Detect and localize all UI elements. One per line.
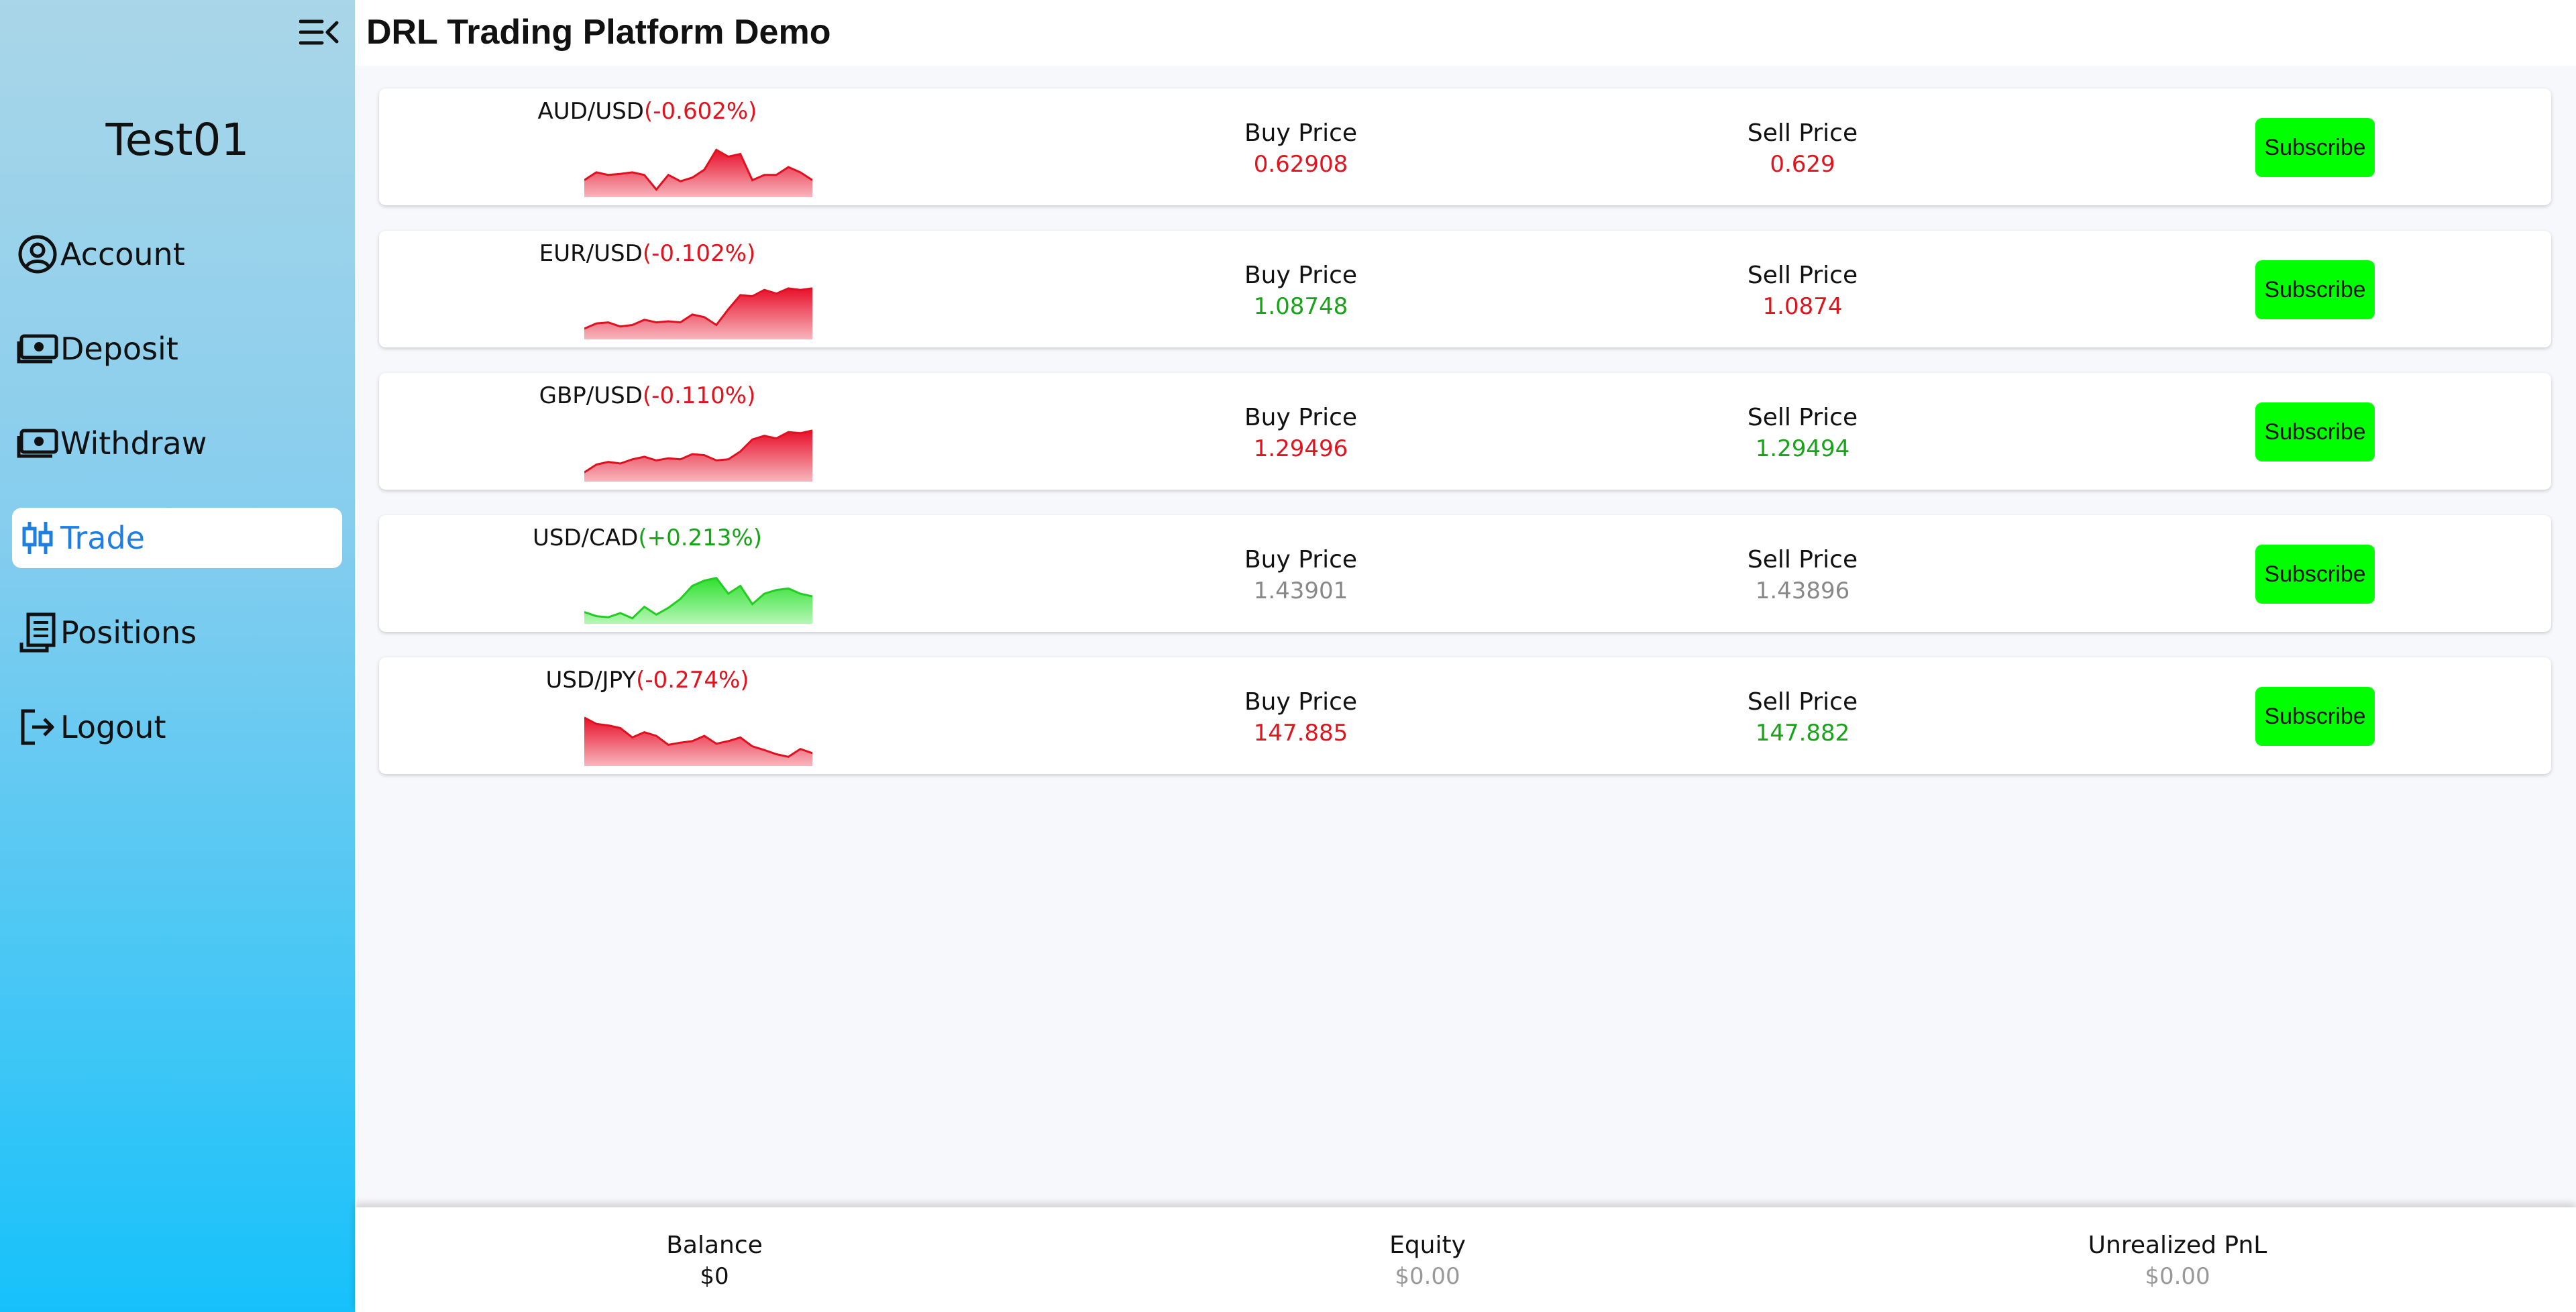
sidebar-item-positions[interactable]: Positions <box>12 602 342 663</box>
pair-name: AUD/USD <box>537 98 644 125</box>
sidebar-item-label: Account <box>60 236 185 272</box>
buy-price-value: 1.29496 <box>1253 435 1348 462</box>
currency-pair: EUR/USD(-0.102%) <box>379 240 916 267</box>
price-sparkline <box>584 577 812 624</box>
unrealized-pnl-label: Unrealized PnL <box>2088 1232 2267 1259</box>
sell-price-value: 0.629 <box>1770 151 1835 178</box>
sidebar-item-account[interactable]: Account <box>12 224 342 284</box>
subscribe-button[interactable]: Subscribe <box>2255 545 2375 604</box>
sell-price-label: Sell Price <box>1747 119 1858 147</box>
sell-price-label: Sell Price <box>1747 262 1858 289</box>
sell-price-value: 147.882 <box>1755 720 1850 747</box>
money-icon <box>16 327 59 370</box>
trade-row: EUR/USD(-0.102%) Buy Price 1.08748 Sell … <box>379 231 2551 347</box>
page-title: DRL Trading Platform Demo <box>366 13 831 52</box>
user-circle-icon <box>16 233 59 276</box>
price-sparkline <box>584 287 812 339</box>
pair-name: GBP/USD <box>539 382 643 409</box>
sidebar-item-trade[interactable]: Trade <box>12 508 342 568</box>
sell-price: Sell Price 1.29494 <box>1668 404 1937 462</box>
candlestick-icon <box>16 516 59 559</box>
currency-pair: USD/CAD(+0.213%) <box>379 525 916 551</box>
balance-stat: Balance $0 <box>513 1232 916 1290</box>
sidebar-item-label: Withdraw <box>60 425 207 461</box>
sidebar-item-label: Deposit <box>60 331 178 367</box>
pair-change: (-0.102%) <box>642 240 756 267</box>
logout-icon <box>16 706 59 749</box>
sidebar-item-deposit[interactable]: Deposit <box>12 319 342 379</box>
sell-price: Sell Price 1.0874 <box>1668 262 1937 320</box>
collapse-sidebar-icon[interactable] <box>299 17 339 47</box>
pair-name: USD/CAD <box>533 525 639 551</box>
buy-price: Buy Price 147.885 <box>1167 688 1435 747</box>
sidebar-item-logout[interactable]: Logout <box>12 697 342 757</box>
unrealized-pnl-value: $0.00 <box>2145 1263 2210 1290</box>
balance-label: Balance <box>666 1232 763 1259</box>
username: Test01 <box>105 114 250 166</box>
equity-value: $0.00 <box>1395 1263 1460 1290</box>
currency-pair: USD/JPY(-0.274%) <box>379 667 916 694</box>
buy-price-label: Buy Price <box>1244 546 1358 573</box>
sell-price-value: 1.0874 <box>1762 293 1843 320</box>
receipt-icon <box>16 611 59 654</box>
currency-pair: AUD/USD(-0.602%) <box>379 98 916 125</box>
equity-stat: Equity $0.00 <box>1226 1232 1629 1290</box>
sell-price-label: Sell Price <box>1747 688 1858 716</box>
trade-row: USD/CAD(+0.213%) Buy Price 1.43901 Sell … <box>379 515 2551 632</box>
pair-name: EUR/USD <box>539 240 643 267</box>
subscribe-button[interactable]: Subscribe <box>2255 118 2375 177</box>
balance-value: $0 <box>700 1263 729 1290</box>
sidebar-item-label: Positions <box>60 614 197 651</box>
sell-price: Sell Price 0.629 <box>1668 119 1937 178</box>
buy-price-value: 1.08748 <box>1253 293 1348 320</box>
sidebar-item-label: Logout <box>60 709 166 745</box>
sidebar-item-withdraw[interactable]: Withdraw <box>12 413 342 474</box>
sell-price-label: Sell Price <box>1747 404 1858 431</box>
pair-name: USD/JPY <box>545 667 637 694</box>
unrealized-pnl-stat: Unrealized PnL $0.00 <box>1976 1232 2379 1290</box>
subscribe-button[interactable]: Subscribe <box>2255 260 2375 319</box>
trade-row: GBP/USD(-0.110%) Buy Price 1.29496 Sell … <box>379 373 2551 490</box>
trade-row: USD/JPY(-0.274%) Buy Price 147.885 Sell … <box>379 657 2551 774</box>
buy-price-value: 147.885 <box>1253 720 1348 747</box>
pair-change: (+0.213%) <box>638 525 762 551</box>
buy-price: Buy Price 0.62908 <box>1167 119 1435 178</box>
buy-price-label: Buy Price <box>1244 404 1358 431</box>
pair-change: (-0.274%) <box>636 667 749 694</box>
sell-price: Sell Price 1.43896 <box>1668 546 1937 604</box>
pair-change: (-0.602%) <box>643 98 757 125</box>
equity-label: Equity <box>1389 1232 1466 1259</box>
sell-price-label: Sell Price <box>1747 546 1858 573</box>
sidebar-item-label: Trade <box>60 520 145 556</box>
buy-price: Buy Price 1.29496 <box>1167 404 1435 462</box>
buy-price-label: Buy Price <box>1244 262 1358 289</box>
price-sparkline <box>584 429 812 482</box>
sell-price-value: 1.29494 <box>1755 435 1850 462</box>
buy-price-label: Buy Price <box>1244 688 1358 716</box>
currency-pair: GBP/USD(-0.110%) <box>379 382 916 409</box>
sell-price: Sell Price 147.882 <box>1668 688 1937 747</box>
subscribe-button[interactable]: Subscribe <box>2255 402 2375 461</box>
price-sparkline <box>584 716 812 766</box>
subscribe-button[interactable]: Subscribe <box>2255 687 2375 746</box>
trade-panel: AUD/USD(-0.602%) Buy Price 0.62908 Sell … <box>355 66 2576 1207</box>
price-sparkline <box>584 148 812 197</box>
sell-price-value: 1.43896 <box>1755 578 1850 604</box>
money-icon <box>16 422 59 465</box>
buy-price-label: Buy Price <box>1244 119 1358 147</box>
trade-row: AUD/USD(-0.602%) Buy Price 0.62908 Sell … <box>379 89 2551 205</box>
buy-price-value: 1.43901 <box>1253 578 1348 604</box>
pair-change: (-0.110%) <box>642 382 756 409</box>
buy-price: Buy Price 1.43901 <box>1167 546 1435 604</box>
buy-price: Buy Price 1.08748 <box>1167 262 1435 320</box>
buy-price-value: 0.62908 <box>1253 151 1348 178</box>
account-summary-bar: Balance $0 Equity $0.00 Unrealized PnL $… <box>355 1207 2576 1312</box>
sidebar: Test01 Account Deposit Withdraw Trade Po… <box>0 0 355 1312</box>
